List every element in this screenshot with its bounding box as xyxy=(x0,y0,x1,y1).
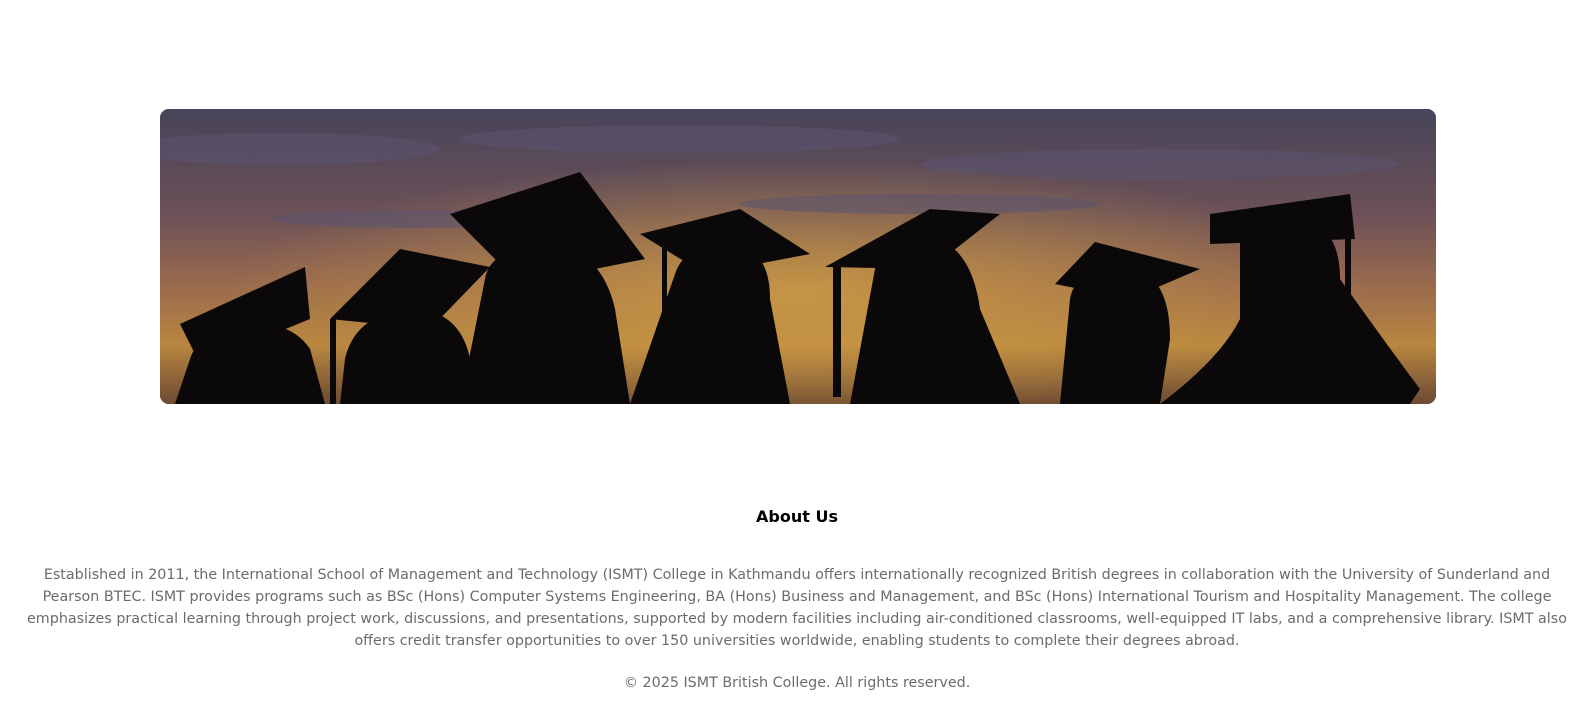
hero-banner-image xyxy=(160,109,1436,404)
graduation-silhouette-image xyxy=(160,109,1436,404)
about-us-heading: About Us xyxy=(756,507,838,526)
about-us-description: Established in 2011, the International S… xyxy=(27,567,1567,649)
footer-copyright: © 2025 ISMT British College. All rights … xyxy=(623,675,971,691)
page: About Us Established in 2011, the Intern… xyxy=(0,0,1594,705)
